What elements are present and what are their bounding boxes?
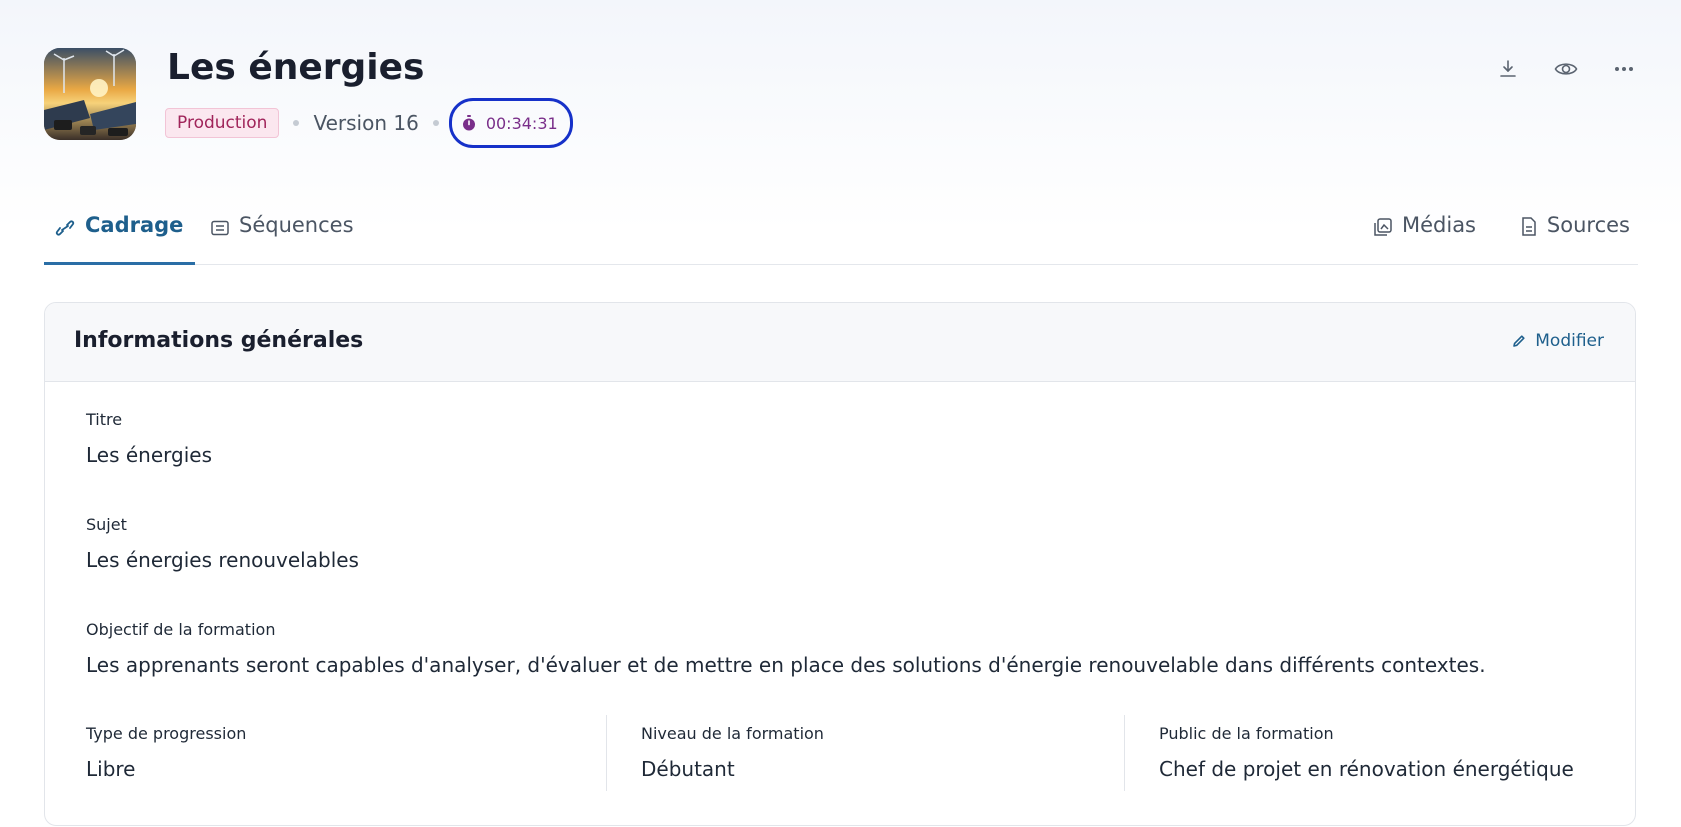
media-icon	[1374, 217, 1392, 241]
tab-label: Séquences	[239, 213, 354, 237]
field-label-objectif: Objectif de la formation	[86, 620, 276, 639]
tab-cadrage[interactable]: Cadrage	[43, 213, 196, 265]
edit-label: Modifier	[1535, 331, 1604, 351]
tab-label: Médias	[1401, 213, 1476, 237]
link-icon	[55, 217, 75, 241]
tab-bar: Cadrage Séquences Médias Sources	[43, 200, 1638, 265]
page-title: Les énergies	[167, 47, 425, 88]
course-meta: Production Version 16 00:34:31	[165, 98, 573, 148]
card-header: Informations générales Modifier	[45, 303, 1635, 382]
course-thumbnail	[44, 48, 136, 140]
separator-dot	[293, 120, 300, 126]
duration-timer: 00:34:31	[448, 98, 573, 148]
field-value-sujet: Les énergies renouvelables	[86, 548, 359, 572]
document-icon	[1521, 217, 1537, 241]
field-label-public: Public de la formation	[1159, 724, 1334, 743]
card-title: Informations générales	[74, 328, 364, 353]
tab-medias[interactable]: Médias	[1374, 213, 1476, 264]
course-header: Les énergies Production Version 16 00:34…	[44, 45, 1638, 148]
field-label-titre: Titre	[86, 410, 123, 429]
eye-icon[interactable]	[1552, 55, 1580, 83]
download-icon[interactable]	[1494, 55, 1522, 83]
header-actions	[1494, 55, 1638, 83]
column-divider	[1124, 715, 1125, 791]
energy-image	[44, 48, 136, 140]
field-label-niveau: Niveau de la formation	[641, 724, 824, 743]
more-icon[interactable]	[1610, 55, 1638, 83]
general-info-card: Informations générales Modifier Titre Le…	[44, 302, 1636, 826]
edit-button[interactable]: Modifier	[1512, 331, 1604, 351]
field-value-progression: Libre	[86, 757, 136, 781]
status-badge: Production	[165, 107, 280, 139]
field-label-progression: Type de progression	[86, 724, 247, 743]
field-value-objectif: Les apprenants seront capables d'analyse…	[86, 653, 1486, 677]
tab-sources[interactable]: Sources	[1521, 213, 1630, 264]
tab-label: Cadrage	[85, 213, 184, 237]
duration-value: 00:34:31	[485, 113, 558, 133]
list-icon	[211, 217, 229, 241]
field-value-public: Chef de projet en rénovation énergétique	[1159, 757, 1574, 781]
separator-dot	[432, 120, 439, 126]
field-value-titre: Les énergies	[86, 443, 213, 467]
stopwatch-icon	[462, 115, 476, 131]
column-divider	[606, 715, 607, 791]
pencil-icon	[1513, 335, 1525, 347]
tab-label: Sources	[1546, 213, 1630, 237]
version-label: Version 16	[313, 111, 419, 135]
field-label-sujet: Sujet	[86, 515, 127, 534]
field-value-niveau: Débutant	[641, 757, 735, 781]
tab-sequences[interactable]: Séquences	[211, 213, 354, 264]
